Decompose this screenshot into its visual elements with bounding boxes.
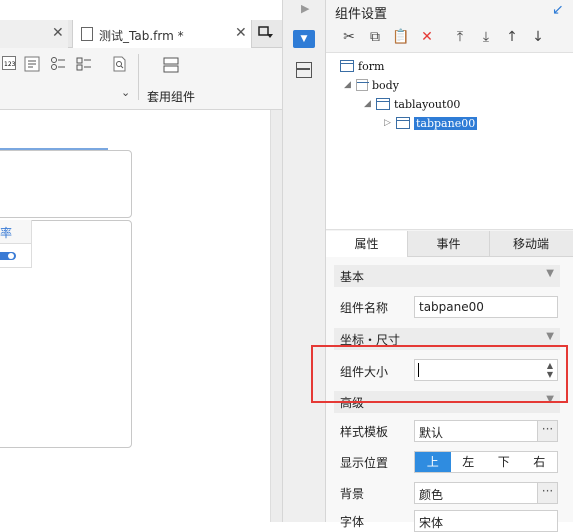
- cut-icon[interactable]: ✂: [340, 28, 358, 46]
- tab-previous[interactable]: ✕: [0, 20, 68, 48]
- chevron-down-icon[interactable]: ⌄: [121, 86, 130, 99]
- component-settings-toggle[interactable]: ▼: [293, 30, 315, 48]
- position-top-button[interactable]: 上: [415, 452, 451, 472]
- tree-node-label: body: [372, 78, 399, 92]
- tree-node-tabpane[interactable]: ▷ tabpane00: [384, 114, 478, 132]
- close-icon[interactable]: ✕: [235, 25, 247, 41]
- collapse-arrow-icon[interactable]: ◢: [364, 99, 376, 109]
- component-tree: form ◢ body ◢ tablayout00 ▷ tabpane00: [326, 52, 573, 230]
- font-field[interactable]: 宋体: [414, 510, 558, 532]
- position-right-button[interactable]: 右: [522, 452, 558, 472]
- close-icon[interactable]: ✕: [52, 25, 64, 41]
- pin-icon[interactable]: ↙: [552, 2, 564, 18]
- tree-node-body[interactable]: ◢ body: [344, 76, 399, 94]
- canvas-mini-table: 率: [0, 220, 44, 272]
- highlight-box: [311, 345, 568, 403]
- font-value: 宋体: [419, 516, 444, 530]
- side-icon-strip: ▶ ▼: [282, 0, 326, 522]
- component-settings-panel: 组件设置 ↙ ✂ ⧉ 📋 ✕ ⤒ ⤓ ↑ ↓ form ◢ body ◢ tab…: [326, 0, 573, 532]
- more-button[interactable]: ···: [537, 421, 557, 441]
- tabpane-icon: [396, 117, 410, 129]
- expand-arrow-icon[interactable]: ▶: [301, 2, 309, 15]
- style-template-label: 样式模板: [340, 425, 389, 439]
- toolbar-divider: [138, 54, 139, 100]
- tree-node-label: tablayout00: [394, 97, 461, 111]
- text-format-icon[interactable]: [24, 56, 40, 72]
- move-top-icon[interactable]: ⤒: [451, 28, 469, 46]
- collapse-arrow-icon[interactable]: ◢: [344, 80, 356, 90]
- tree-node-label-selected: tabpane00: [414, 116, 478, 130]
- style-template-field[interactable]: 默认 ···: [414, 420, 558, 442]
- move-bottom-icon[interactable]: ⤓: [477, 28, 495, 46]
- more-button[interactable]: ···: [537, 483, 557, 503]
- tree-node-form[interactable]: form: [340, 57, 384, 75]
- tree-node-label: form: [358, 59, 385, 73]
- chevron-down-icon: ▼: [546, 268, 554, 279]
- background-label: 背景: [340, 487, 365, 501]
- radio-list-icon[interactable]: [50, 56, 66, 72]
- form-icon: [340, 60, 354, 72]
- tab-properties[interactable]: 属性: [326, 231, 408, 257]
- grid-123-icon[interactable]: 123: [2, 56, 16, 70]
- checkbox-list-icon[interactable]: [76, 56, 92, 72]
- section-basic[interactable]: 基本 ▼: [334, 265, 560, 287]
- mini-table-cell: [0, 244, 32, 268]
- component-name-field[interactable]: tabpane00: [414, 296, 558, 318]
- tab-label: 测试_Tab.frm *: [99, 29, 184, 43]
- move-down-icon[interactable]: ↓: [529, 28, 547, 46]
- body-icon: [356, 79, 369, 91]
- toggle-switch[interactable]: [0, 252, 16, 260]
- section-title: 基本: [340, 270, 365, 284]
- move-up-icon[interactable]: ↑: [503, 28, 521, 46]
- tab-mobile[interactable]: 移动端: [490, 231, 572, 257]
- tablayout-icon: [376, 98, 390, 110]
- canvas-widget-box[interactable]: [0, 150, 132, 218]
- tab-test-tab-frm[interactable]: 测试_Tab.frm * ✕: [72, 20, 252, 48]
- canvas-scrollbar[interactable]: [270, 110, 282, 522]
- file-icon: [81, 27, 93, 41]
- editor-tab-bar: ✕ 测试_Tab.frm * ✕: [0, 20, 282, 48]
- expand-arrow-icon[interactable]: ▷: [384, 118, 396, 128]
- display-position-label: 显示位置: [340, 456, 389, 470]
- panel-title: 组件设置: [335, 7, 388, 22]
- background-value: 颜色: [419, 488, 444, 502]
- copy-icon[interactable]: ⧉: [366, 28, 384, 46]
- editor-toolbar: 123 ⌄ 套用组件: [0, 48, 282, 110]
- tree-toolbar: ✂ ⧉ 📋 ✕ ⤒ ⤓ ↑ ↓: [326, 22, 573, 52]
- position-left-button[interactable]: 左: [451, 452, 487, 472]
- tree-node-tablayout[interactable]: ◢ tablayout00: [364, 95, 460, 113]
- tab-events[interactable]: 事件: [408, 231, 490, 257]
- mini-header-text: 率: [0, 226, 13, 240]
- layout-icon[interactable]: [296, 62, 312, 78]
- apply-component-button[interactable]: 套用组件: [147, 88, 195, 105]
- chevron-down-icon: ▼: [546, 331, 554, 342]
- window-menu-icon[interactable]: [258, 25, 274, 41]
- component-name-label: 组件名称: [340, 301, 389, 315]
- style-template-value: 默认: [419, 426, 444, 440]
- display-position-segmented: 上 左 下 右: [414, 451, 558, 473]
- delete-icon[interactable]: ✕: [418, 28, 436, 46]
- mini-table-header: 率: [0, 220, 32, 244]
- svg-text:123: 123: [4, 61, 16, 68]
- property-tabs: 属性 事件 移动端: [326, 231, 573, 257]
- paste-icon[interactable]: 📋: [392, 28, 410, 46]
- file-search-icon[interactable]: [112, 56, 128, 72]
- position-bottom-button[interactable]: 下: [486, 452, 522, 472]
- apply-component-icon[interactable]: [163, 57, 179, 73]
- background-field[interactable]: 颜色 ···: [414, 482, 558, 504]
